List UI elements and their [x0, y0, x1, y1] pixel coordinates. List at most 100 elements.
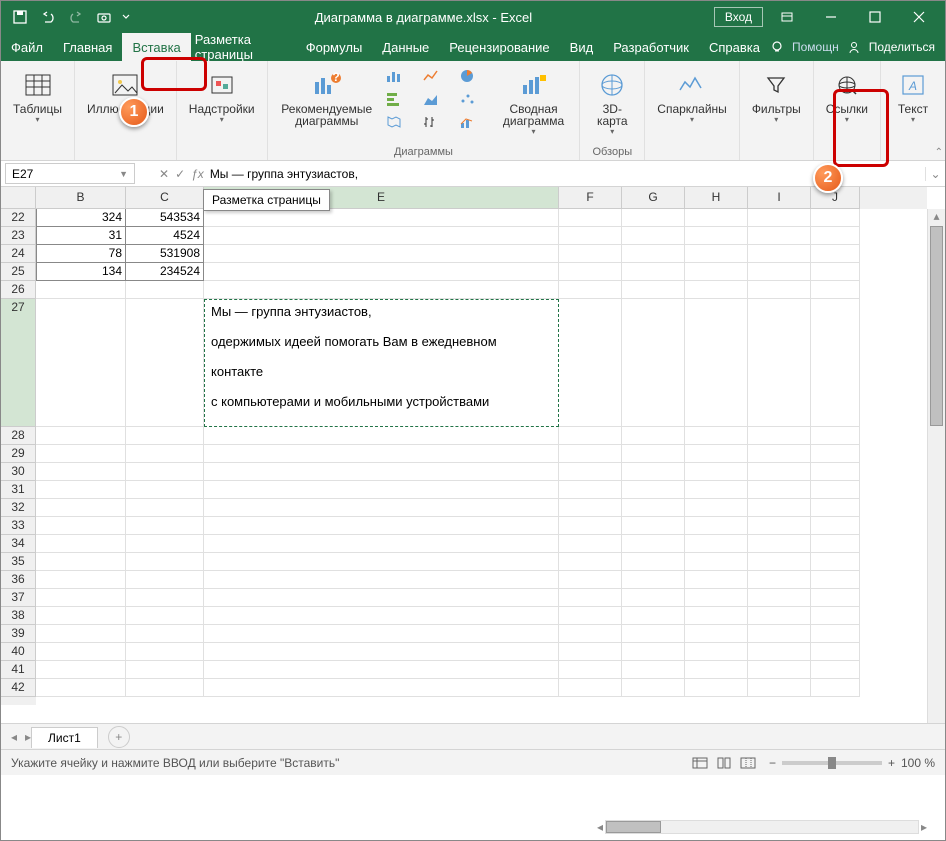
add-sheet-button[interactable]: +	[108, 726, 130, 748]
tab-formulas[interactable]: Формулы	[296, 33, 373, 61]
row-header[interactable]: 35	[1, 553, 36, 571]
cell[interactable]	[126, 299, 204, 427]
cell[interactable]	[204, 625, 559, 643]
cell[interactable]	[126, 517, 204, 535]
cell[interactable]	[36, 281, 126, 299]
cell[interactable]	[559, 263, 622, 281]
cell[interactable]	[622, 209, 685, 227]
cell[interactable]	[811, 245, 860, 263]
cell[interactable]	[36, 427, 126, 445]
horizontal-scrollbar[interactable]: ◂ ▸	[597, 818, 927, 836]
cell[interactable]	[622, 299, 685, 427]
tab-home[interactable]: Главная	[53, 33, 122, 61]
cell[interactable]	[36, 661, 126, 679]
chart-column-icon[interactable]	[382, 65, 406, 87]
cell[interactable]	[204, 209, 559, 227]
cell[interactable]	[204, 445, 559, 463]
cell[interactable]	[126, 571, 204, 589]
cell[interactable]	[748, 517, 811, 535]
cell[interactable]	[748, 679, 811, 697]
cell[interactable]	[622, 263, 685, 281]
cell[interactable]	[685, 209, 748, 227]
qat-dropdown-icon[interactable]	[119, 3, 133, 31]
cell[interactable]	[559, 643, 622, 661]
cell[interactable]	[559, 209, 622, 227]
cell[interactable]	[622, 481, 685, 499]
undo-icon[interactable]	[35, 3, 61, 31]
cell[interactable]	[748, 553, 811, 571]
cell[interactable]	[811, 209, 860, 227]
close-icon[interactable]	[899, 3, 939, 31]
cell[interactable]	[811, 643, 860, 661]
cell[interactable]	[748, 571, 811, 589]
chart-bar-icon[interactable]	[382, 88, 406, 110]
chart-map-icon[interactable]	[382, 111, 406, 133]
cell[interactable]	[559, 679, 622, 697]
row-header[interactable]: 31	[1, 481, 36, 499]
name-box[interactable]: E27 ▼	[5, 163, 135, 184]
chart-combo-icon[interactable]	[456, 111, 480, 133]
cell[interactable]	[685, 643, 748, 661]
zoom-in-button[interactable]: +	[888, 756, 895, 770]
cell[interactable]: 324	[36, 209, 126, 227]
cell[interactable]	[204, 481, 559, 499]
cell[interactable]	[811, 553, 860, 571]
page-break-view-icon[interactable]	[737, 754, 759, 772]
cell[interactable]	[748, 643, 811, 661]
cell[interactable]	[748, 607, 811, 625]
cell[interactable]	[811, 589, 860, 607]
cell[interactable]	[685, 517, 748, 535]
cell[interactable]	[622, 517, 685, 535]
cell[interactable]	[559, 481, 622, 499]
cell[interactable]	[126, 643, 204, 661]
row-header[interactable]: 28	[1, 427, 36, 445]
cell[interactable]	[748, 263, 811, 281]
sparklines-button[interactable]: Спарклайны ▾	[651, 65, 733, 128]
sheet-nav-next-icon[interactable]: ▸	[25, 730, 31, 744]
cell[interactable]	[622, 661, 685, 679]
cell[interactable]	[685, 281, 748, 299]
row-header[interactable]: 23	[1, 227, 36, 245]
row-header[interactable]: 27	[1, 299, 36, 427]
sheet-tab[interactable]: Лист1	[31, 727, 98, 748]
column-header[interactable]: B	[36, 187, 126, 209]
cell[interactable]	[126, 427, 204, 445]
recommended-charts-button[interactable]: ? Рекомендуемые диаграммы	[274, 65, 380, 131]
collapse-ribbon-icon[interactable]: ⌃	[935, 147, 943, 158]
cell[interactable]	[559, 463, 622, 481]
cell[interactable]	[748, 463, 811, 481]
cell[interactable]	[811, 299, 860, 427]
cell[interactable]	[748, 535, 811, 553]
cell[interactable]	[204, 553, 559, 571]
row-header[interactable]: 24	[1, 245, 36, 263]
tab-review[interactable]: Рецензирование	[439, 33, 559, 61]
cell[interactable]	[622, 625, 685, 643]
cell[interactable]	[36, 299, 126, 427]
cell[interactable]	[622, 445, 685, 463]
cell[interactable]	[622, 245, 685, 263]
select-all-corner[interactable]	[1, 187, 36, 209]
chart-scatter-icon[interactable]	[456, 88, 480, 110]
row-header[interactable]: 37	[1, 589, 36, 607]
pivot-chart-button[interactable]: Сводная диаграмма ▾	[494, 65, 573, 140]
row-header[interactable]: 39	[1, 625, 36, 643]
cell[interactable]	[36, 553, 126, 571]
row-header[interactable]: 26	[1, 281, 36, 299]
normal-view-icon[interactable]	[689, 754, 711, 772]
row-header[interactable]: 25	[1, 263, 36, 281]
cell[interactable]	[685, 499, 748, 517]
cell[interactable]	[685, 245, 748, 263]
cell[interactable]	[748, 589, 811, 607]
cell[interactable]	[748, 427, 811, 445]
cell[interactable]	[559, 571, 622, 589]
login-button[interactable]: Вход	[714, 7, 763, 27]
tab-developer[interactable]: Разработчик	[603, 33, 699, 61]
cell[interactable]	[811, 263, 860, 281]
cell[interactable]	[685, 227, 748, 245]
cell[interactable]	[559, 227, 622, 245]
cell[interactable]	[622, 679, 685, 697]
cell[interactable]	[559, 589, 622, 607]
tell-me-text[interactable]: Помощн	[792, 40, 839, 54]
cell[interactable]	[559, 245, 622, 263]
cell[interactable]	[748, 227, 811, 245]
